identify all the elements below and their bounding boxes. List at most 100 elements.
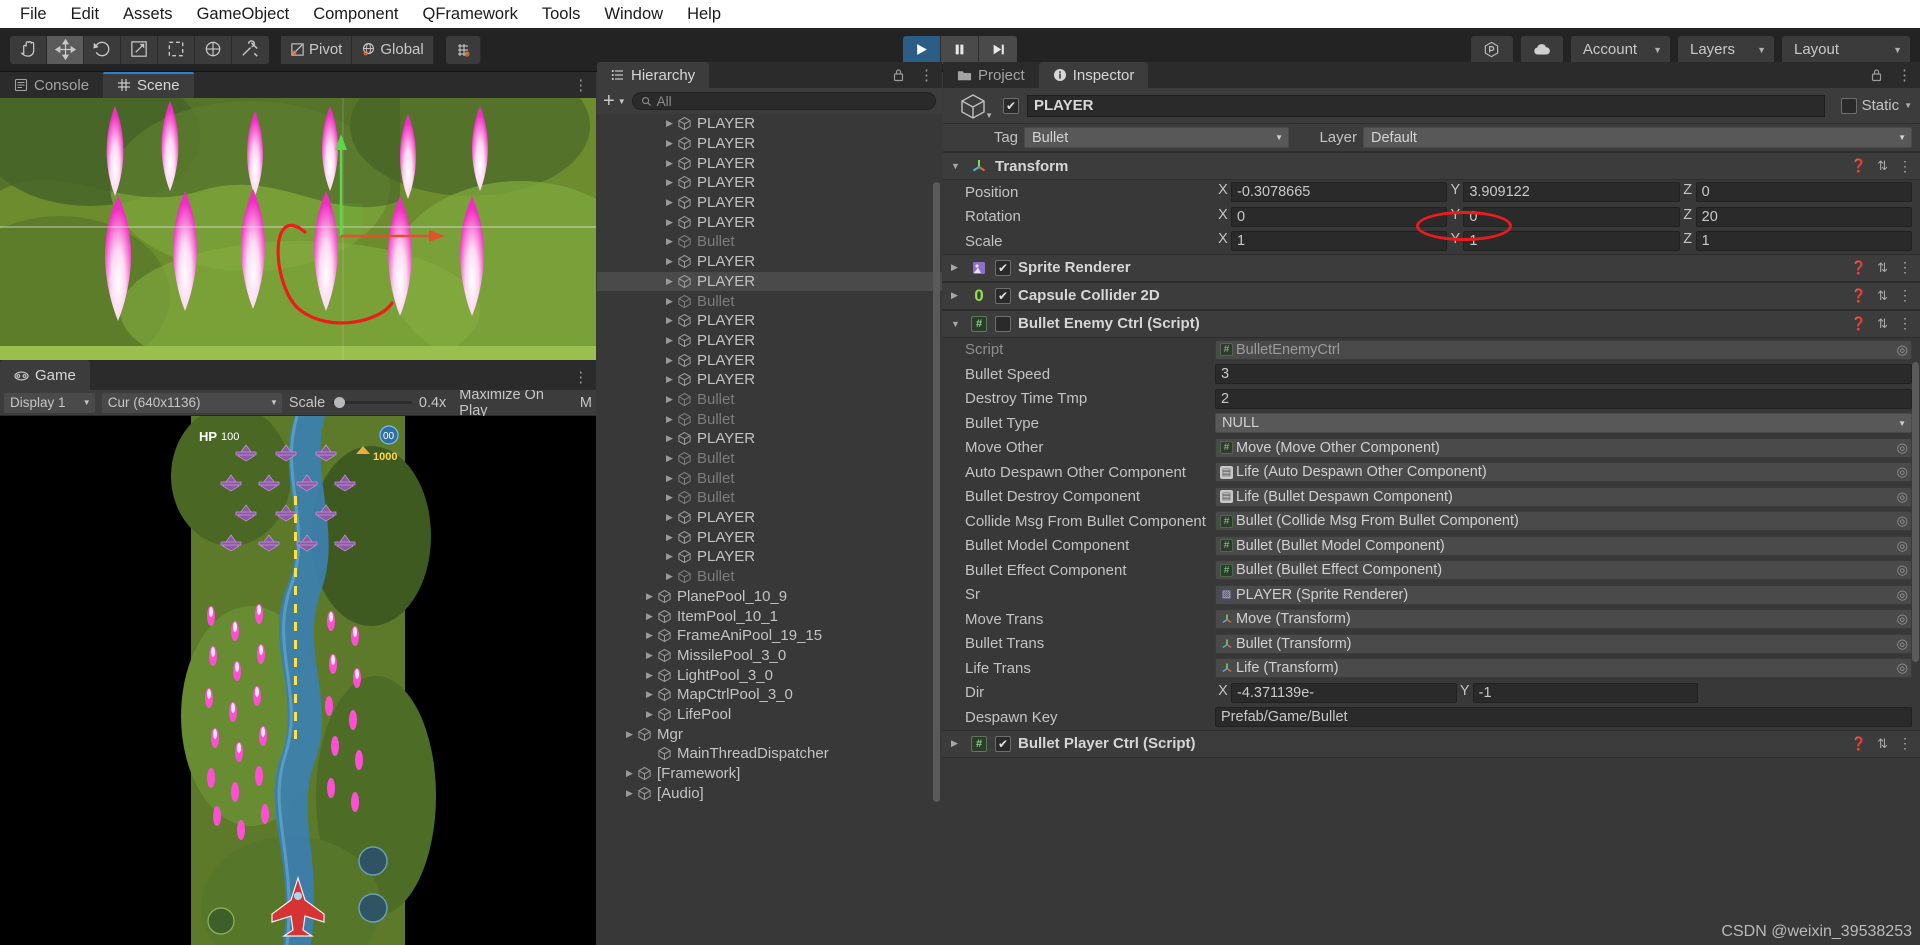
object-picker-icon[interactable]: ◎	[1893, 464, 1908, 480]
menu-item-component[interactable]: Component	[301, 3, 410, 26]
menu-item-assets[interactable]: Assets	[111, 3, 185, 26]
object-reference-field[interactable]: # Bullet (Bullet Model Component) ◎	[1215, 535, 1912, 556]
expand-arrow-icon[interactable]: ▶	[663, 571, 676, 582]
component-header[interactable]: ▼ # Bullet Enemy Ctrl (Script) ❓ ⇅ ⋮	[943, 309, 1920, 338]
expand-arrow-icon[interactable]: ▶	[663, 355, 676, 366]
account-dropdown[interactable]: Account ▼	[1570, 35, 1670, 64]
hierarchy-row[interactable]: ▶ PLAYER	[597, 252, 942, 272]
help-icon[interactable]: ❓	[1851, 260, 1867, 276]
menu-item-gameobject[interactable]: GameObject	[185, 3, 302, 26]
tab-scene[interactable]: Scene	[103, 72, 194, 98]
kebab-menu-icon[interactable]: ⋮	[1898, 287, 1912, 304]
object-reference-field[interactable]: Move (Transform) ◎	[1215, 609, 1912, 630]
object-reference-field[interactable]: # Bullet (Bullet Effect Component) ◎	[1215, 560, 1912, 581]
expand-arrow-icon[interactable]: ▶	[643, 709, 656, 720]
static-toggle[interactable]: Static ▼	[1833, 97, 1912, 114]
hierarchy-row[interactable]: ▶ Bullet	[597, 232, 942, 252]
vector-z-input[interactable]: 0	[1695, 182, 1912, 203]
object-picker-icon[interactable]: ◎	[1893, 611, 1908, 627]
object-reference-field[interactable]: # BulletEnemyCtrl ◎	[1215, 339, 1912, 360]
lock-icon[interactable]	[1870, 68, 1883, 82]
tab-inspector[interactable]: Inspector	[1038, 62, 1149, 88]
vector-x-input[interactable]: 0	[1231, 206, 1448, 227]
component-expand-arrow[interactable]: ▶	[951, 262, 963, 273]
scale-tool-button[interactable]	[121, 35, 158, 64]
vector-z-input[interactable]: 1	[1695, 231, 1912, 252]
expand-arrow-icon[interactable]: ▶	[663, 296, 676, 307]
hierarchy-row[interactable]: ▶ PLAYER	[597, 429, 942, 449]
hierarchy-row[interactable]: ▶ ItemPool_10_1	[597, 606, 942, 626]
inspector-scrollbar[interactable]	[1912, 362, 1919, 662]
object-reference-field[interactable]: Bullet (Transform) ◎	[1215, 633, 1912, 654]
scene-panel-menu[interactable]: ⋮	[574, 78, 589, 94]
text-input[interactable]: Prefab/Game/Bullet	[1215, 707, 1912, 728]
hierarchy-row[interactable]: ▶ PLAYER	[597, 114, 942, 134]
expand-arrow-icon[interactable]: ▶	[663, 276, 676, 287]
kebab-menu-icon[interactable]: ⋮	[1898, 315, 1912, 332]
hierarchy-row[interactable]: ▶ PLAYER	[597, 508, 942, 528]
preset-icon[interactable]: ⇅	[1877, 288, 1888, 304]
hierarchy-row[interactable]: ▶ Bullet	[597, 409, 942, 429]
hierarchy-row[interactable]: ▶ PLAYER	[597, 331, 942, 351]
text-input[interactable]: 2	[1215, 388, 1912, 409]
scene-viewport[interactable]	[0, 96, 596, 360]
expand-arrow-icon[interactable]: ▶	[663, 256, 676, 267]
grid-snap-toggle[interactable]	[445, 35, 481, 64]
hierarchy-row[interactable]: ▶ PLAYER	[597, 547, 942, 567]
play-button[interactable]	[903, 35, 941, 64]
layer-dropdown[interactable]: Default ▼	[1363, 127, 1912, 148]
expand-arrow-icon[interactable]: ▶	[663, 551, 676, 562]
vector-x-input[interactable]: 1	[1231, 231, 1448, 252]
hierarchy-row[interactable]: ▶ Bullet	[597, 567, 942, 587]
hierarchy-row[interactable]: ▶ PLAYER	[597, 212, 942, 232]
preset-icon[interactable]: ⇅	[1877, 158, 1888, 174]
object-reference-field[interactable]: Life (Transform) ◎	[1215, 658, 1912, 679]
resolution-dropdown[interactable]: Cur (640x1136) ▼	[101, 392, 282, 413]
object-picker-icon[interactable]: ◎	[1893, 562, 1908, 578]
game-panel-menu[interactable]: ⋮	[574, 370, 589, 386]
hand-tool-button[interactable]	[10, 35, 47, 64]
enum-dropdown[interactable]: NULL ▼	[1215, 413, 1912, 434]
expand-arrow-icon[interactable]: ▶	[663, 118, 676, 129]
hierarchy-row[interactable]: ▶ Mgr	[597, 724, 942, 744]
text-input[interactable]: 3	[1215, 364, 1912, 385]
hierarchy-row[interactable]: ▶ PLAYER	[597, 350, 942, 370]
object-picker-icon[interactable]: ◎	[1893, 513, 1908, 529]
game-viewport[interactable]: HP 100 00 1000	[0, 416, 596, 945]
add-gameobject-button[interactable]: + ▼	[603, 91, 626, 111]
hierarchy-search-input[interactable]: All	[631, 92, 936, 110]
display-dropdown[interactable]: Display 1 ▼	[4, 392, 95, 413]
expand-arrow-icon[interactable]: ▶	[623, 768, 636, 779]
component-expand-arrow[interactable]: ▶	[951, 738, 963, 749]
step-button[interactable]	[979, 35, 1017, 64]
vector-y-input[interactable]: 0	[1463, 206, 1680, 227]
expand-arrow-icon[interactable]: ▶	[663, 473, 676, 484]
preset-icon[interactable]: ⇅	[1877, 316, 1888, 332]
menu-item-help[interactable]: Help	[675, 3, 733, 26]
expand-arrow-icon[interactable]: ▶	[643, 689, 656, 700]
expand-arrow-icon[interactable]: ▶	[663, 158, 676, 169]
hierarchy-row[interactable]: ▶ FrameAniPool_19_15	[597, 626, 942, 646]
hierarchy-row[interactable]: ▶ PLAYER	[597, 370, 942, 390]
layout-dropdown[interactable]: Layout ▼	[1782, 35, 1910, 64]
hierarchy-row[interactable]: ▶ PLAYER	[597, 193, 942, 213]
object-picker-icon[interactable]: ◎	[1893, 342, 1908, 358]
menu-item-qframework[interactable]: QFramework	[411, 3, 530, 26]
custom-tool-button[interactable]	[232, 35, 269, 64]
object-picker-icon[interactable]: ◎	[1893, 440, 1908, 456]
component-enabled-checkbox[interactable]: ✔	[995, 287, 1011, 304]
preset-icon[interactable]: ⇅	[1877, 736, 1888, 752]
hierarchy-row[interactable]: ▶ PlanePool_10_9	[597, 587, 942, 607]
component-enabled-checkbox[interactable]	[995, 315, 1011, 332]
expand-arrow-icon[interactable]: ▶	[623, 729, 636, 740]
expand-arrow-icon[interactable]: ▶	[623, 788, 636, 799]
kebab-menu-icon[interactable]: ⋮	[1898, 735, 1912, 752]
tab-console[interactable]: Console	[0, 72, 103, 98]
vector-z-input[interactable]: 20	[1695, 206, 1912, 227]
expand-arrow-icon[interactable]: ▶	[663, 335, 676, 346]
hierarchy-row[interactable]: ▶ MissilePool_3_0	[597, 646, 942, 666]
expand-arrow-icon[interactable]: ▶	[663, 532, 676, 543]
expand-arrow-icon[interactable]: ▶	[643, 650, 656, 661]
kebab-menu-icon[interactable]: ⋮	[1898, 158, 1912, 175]
help-icon[interactable]: ❓	[1851, 736, 1867, 752]
